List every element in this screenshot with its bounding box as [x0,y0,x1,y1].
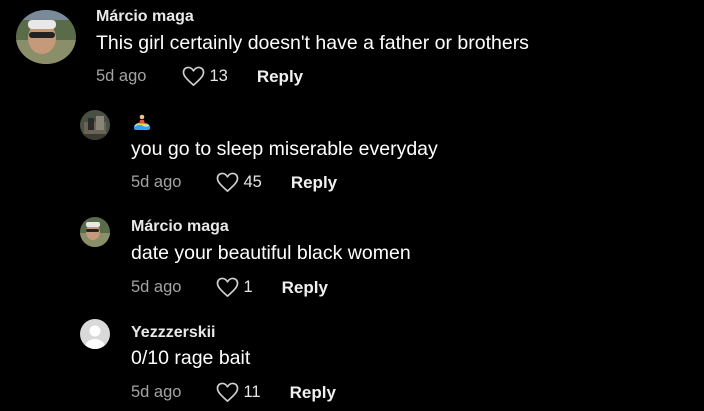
avatar[interactable] [80,319,110,349]
comment-meta: 5d ago 1 Reply [131,277,328,298]
avatar[interactable] [80,217,110,247]
reply-item: you go to sleep miserable everyday 5d ag… [0,105,704,205]
comment-username[interactable]: Yezzzerskii [131,324,216,342]
like-count: 11 [243,383,261,401]
surfer-emoji-icon[interactable] [133,113,151,131]
comment-date: 5d ago [131,383,182,401]
comment-meta: 5d ago 13 Reply [96,66,303,87]
avatar[interactable] [16,10,76,64]
comment-text: This girl certainly doesn't have a fathe… [96,32,529,54]
comment-date: 5d ago [131,173,182,191]
like-button[interactable]: 11 [216,382,261,403]
heart-icon [217,382,239,402]
like-count: 13 [209,67,228,85]
like-button[interactable]: 1 [216,277,253,298]
comment-text: you go to sleep miserable everyday [131,138,438,160]
comment-item: Márcio maga This girl certainly doesn't … [0,0,704,100]
heart-icon [183,66,205,86]
reply-item: Márcio maga date your beautiful black wo… [0,210,704,310]
heart-icon [217,172,239,192]
like-count: 45 [243,173,262,191]
reply-item: Yezzzerskii 0/10 rage bait 5d ago 11 Rep… [0,315,704,411]
like-button[interactable]: 13 [182,66,228,87]
reply-button[interactable]: Reply [291,173,337,193]
heart-icon [217,277,239,297]
default-avatar-icon [80,319,110,349]
avatar-photo-icon [80,110,110,140]
comment-username[interactable]: Márcio maga [131,218,229,236]
comment-meta: 5d ago 11 Reply [131,382,336,403]
reply-button[interactable]: Reply [290,383,336,403]
avatar-photo-icon [16,10,76,64]
comment-text: date your beautiful black women [131,242,411,264]
comment-date: 5d ago [131,278,182,296]
comment-text: 0/10 rage bait [131,347,251,369]
comment-meta: 5d ago 45 Reply [131,172,337,193]
comment-date: 5d ago [96,67,147,85]
reply-button[interactable]: Reply [257,67,303,87]
reply-button[interactable]: Reply [282,278,328,298]
avatar[interactable] [80,110,110,140]
like-button[interactable]: 45 [216,172,262,193]
comment-username[interactable]: Márcio maga [96,8,194,26]
comments-panel: Márcio maga This girl certainly doesn't … [0,0,704,411]
avatar-photo-icon [80,217,110,247]
like-count: 1 [243,278,253,296]
